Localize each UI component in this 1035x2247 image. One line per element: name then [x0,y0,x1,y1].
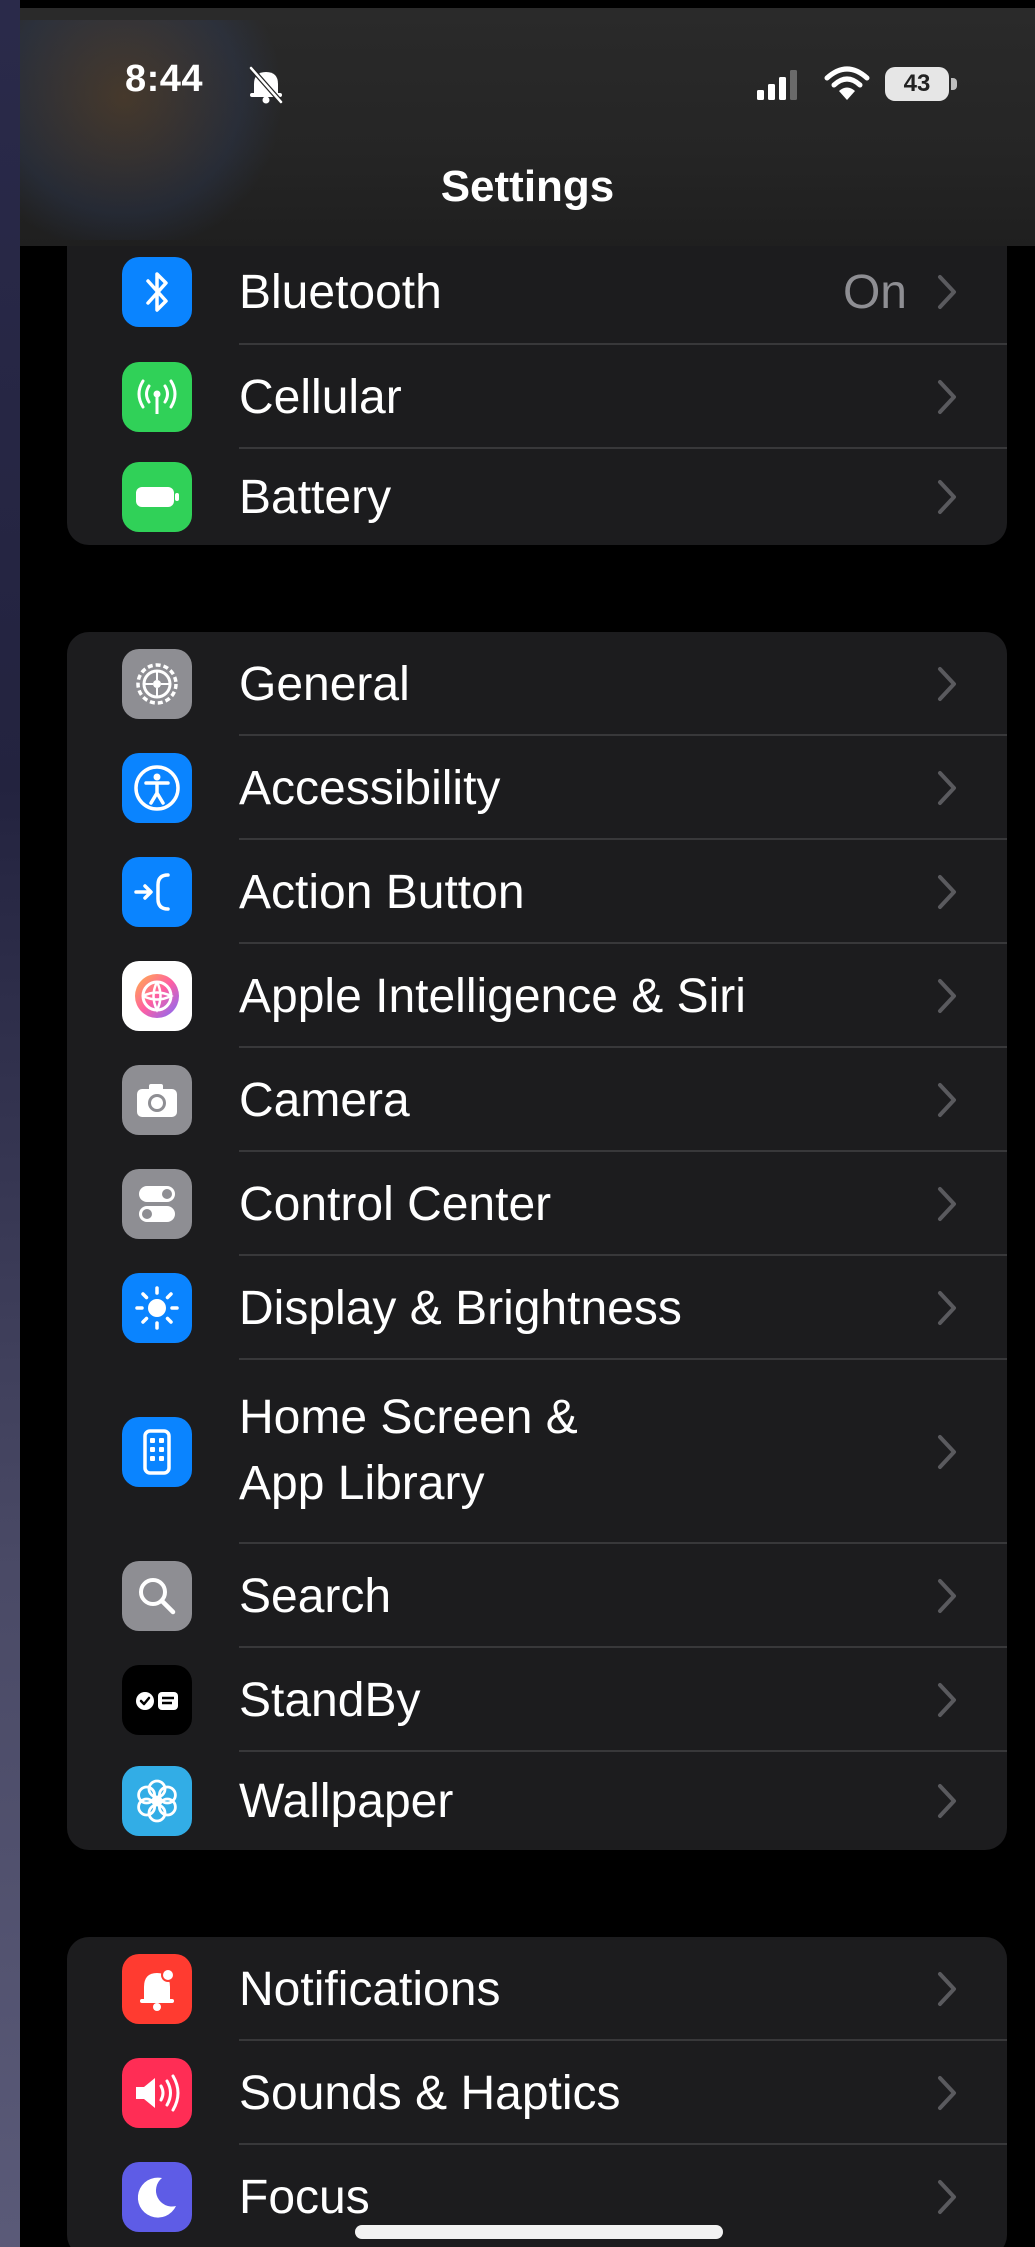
moon-icon [122,2162,192,2232]
chevron-right-icon [938,979,956,1013]
settings-row-sounds-haptics[interactable]: Sounds & Haptics [67,2041,1007,2145]
accessibility-icon [122,753,192,823]
settings-row-label: Home Screen & App Library [239,1391,578,1510]
chevron-right-icon [938,1291,956,1325]
standby-icon [122,1665,192,1735]
battery-percent: 43 [885,67,949,101]
wallpaper-flower-icon [122,1766,192,1836]
chevron-right-icon [938,1972,956,2006]
settings-row-label: StandBy [239,1674,421,1727]
settings-row-standby[interactable]: StandBy [67,1648,1007,1752]
settings-row-control-center[interactable]: Control Center [67,1152,1007,1256]
chevron-right-icon [938,667,956,701]
chevron-right-icon [938,1187,956,1221]
settings-group-system: General Accessibility Action Button Appl… [67,632,1007,1850]
wifi-icon [824,66,870,100]
settings-row-label: Display & Brightness [239,1282,682,1335]
speaker-icon [122,2058,192,2128]
settings-row-label: Camera [239,1074,410,1127]
chevron-right-icon [938,875,956,909]
chevron-right-icon [938,380,956,414]
chevron-right-icon [938,771,956,805]
apple-intelligence-icon [122,961,192,1031]
settings-row-accessibility[interactable]: Accessibility [67,736,1007,840]
chevron-right-icon [938,480,956,514]
settings-row-label: General [239,658,410,711]
page-title: Settings [440,162,615,211]
settings-row-label: Wallpaper [239,1775,454,1828]
settings-row-label: Search [239,1570,392,1623]
brightness-icon [122,1273,192,1343]
settings-row-label: Sounds & Haptics [239,2067,621,2120]
settings-row-general[interactable]: General [67,632,1007,736]
settings-row-label: Focus [239,2171,370,2224]
settings-row-action-button[interactable]: Action Button [67,840,1007,944]
chevron-right-icon [938,275,956,309]
settings-row-label: Apple Intelligence & Siri [239,970,746,1023]
cellular-antenna-icon [122,362,192,432]
settings-row-label: Notifications [239,1963,501,2016]
settings-row-bluetooth[interactable]: Bluetooth On [67,240,1007,345]
settings-row-label: Battery [239,471,392,524]
settings-row-label: Action Button [239,866,525,919]
settings-group-notifications: Notifications Sounds & Haptics Focus [67,1937,1007,2247]
chevron-right-icon [938,1083,956,1117]
camera-icon [122,1065,192,1135]
notifications-icon [122,1954,192,2024]
settings-row-wallpaper[interactable]: Wallpaper [67,1752,1007,1850]
bluetooth-status-value: On [842,266,907,319]
chevron-right-icon [938,2180,956,2214]
settings-row-apple-intelligence-siri[interactable]: Apple Intelligence & Siri [67,944,1007,1048]
gear-icon [122,649,192,719]
chevron-right-icon [938,1435,956,1469]
control-center-icon [122,1169,192,1239]
cellular-signal-icon [757,70,797,100]
search-icon [122,1561,192,1631]
status-bar-time: 8:44 [125,58,204,100]
home-screen-icon [122,1417,192,1487]
background-strip [0,0,20,2247]
action-button-icon [122,857,192,927]
settings-group-connectivity: Bluetooth On Cellular Battery [67,240,1007,545]
settings-row-display-brightness[interactable]: Display & Brightness [67,1256,1007,1360]
battery-icon [122,462,192,532]
settings-row-home-screen-app-library[interactable]: Home Screen & App Library [67,1360,1007,1544]
chevron-right-icon [938,1784,956,1818]
settings-row-label: Cellular [239,371,402,424]
settings-row-search[interactable]: Search [67,1544,1007,1648]
settings-row-notifications[interactable]: Notifications [67,1937,1007,2041]
bluetooth-icon [122,257,192,327]
chevron-right-icon [938,1683,956,1717]
battery-icon: 43 [885,67,959,101]
battery-tip [951,78,957,90]
settings-row-camera[interactable]: Camera [67,1048,1007,1152]
chevron-right-icon [938,1579,956,1613]
chevron-right-icon [938,2076,956,2110]
bell-slash-icon [249,66,283,104]
settings-row-battery[interactable]: Battery [67,449,1007,545]
settings-row-cellular[interactable]: Cellular [67,345,1007,449]
settings-row-label: Accessibility [239,762,501,815]
settings-row-label: Control Center [239,1178,552,1231]
settings-screen: Bluetooth On Cellular Battery General Ac… [0,0,1035,2247]
home-indicator[interactable] [355,2225,723,2239]
settings-row-label: Bluetooth [239,266,442,319]
